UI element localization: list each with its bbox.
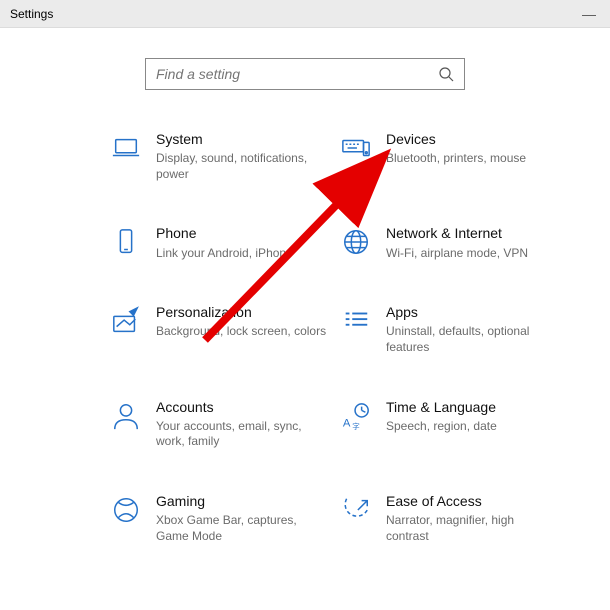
- tile-devices[interactable]: Devices Bluetooth, printers, mouse: [340, 130, 560, 182]
- tile-title: System: [156, 130, 330, 148]
- tile-text: Network & Internet Wi-Fi, airplane mode,…: [386, 224, 560, 261]
- tile-gaming[interactable]: Gaming Xbox Game Bar, captures, Game Mod…: [110, 492, 330, 544]
- tile-text: Accounts Your accounts, email, sync, wor…: [156, 398, 330, 450]
- accessibility-icon: [340, 494, 372, 526]
- tile-desc: Narrator, magnifier, high contrast: [386, 513, 560, 544]
- search-row: [0, 58, 610, 90]
- globe-icon: [340, 226, 372, 258]
- tile-apps[interactable]: Apps Uninstall, defaults, optional featu…: [340, 303, 560, 355]
- tile-network[interactable]: Network & Internet Wi-Fi, airplane mode,…: [340, 224, 560, 261]
- search-box[interactable]: [145, 58, 465, 90]
- tile-title: Gaming: [156, 492, 330, 510]
- tile-desc: Link your Android, iPhone: [156, 246, 330, 262]
- tile-desc: Your accounts, email, sync, work, family: [156, 419, 330, 450]
- xbox-icon: [110, 494, 142, 526]
- tile-title: Time & Language: [386, 398, 560, 416]
- svg-text:字: 字: [352, 421, 360, 431]
- tile-title: Personalization: [156, 303, 330, 321]
- tile-personalization[interactable]: Personalization Background, lock screen,…: [110, 303, 330, 355]
- tile-desc: Display, sound, notifications, power: [156, 151, 330, 182]
- tile-system[interactable]: System Display, sound, notifications, po…: [110, 130, 330, 182]
- minimize-button[interactable]: —: [578, 6, 600, 22]
- settings-grid: System Display, sound, notifications, po…: [0, 100, 610, 544]
- keyboard-icon: [340, 132, 372, 164]
- tile-title: Ease of Access: [386, 492, 560, 510]
- tile-text: System Display, sound, notifications, po…: [156, 130, 330, 182]
- tile-desc: Bluetooth, printers, mouse: [386, 151, 560, 167]
- tile-title: Devices: [386, 130, 560, 148]
- tile-text: Gaming Xbox Game Bar, captures, Game Mod…: [156, 492, 330, 544]
- tile-title: Phone: [156, 224, 330, 242]
- tile-phone[interactable]: Phone Link your Android, iPhone: [110, 224, 330, 261]
- tile-desc: Xbox Game Bar, captures, Game Mode: [156, 513, 330, 544]
- tile-text: Devices Bluetooth, printers, mouse: [386, 130, 560, 167]
- tile-desc: Speech, region, date: [386, 419, 560, 435]
- clock-language-icon: A 字: [340, 400, 372, 432]
- phone-icon: [110, 226, 142, 258]
- tile-desc: Wi-Fi, airplane mode, VPN: [386, 246, 560, 262]
- tile-ease-of-access[interactable]: Ease of Access Narrator, magnifier, high…: [340, 492, 560, 544]
- person-icon: [110, 400, 142, 432]
- svg-text:A: A: [343, 417, 351, 429]
- tile-desc: Background, lock screen, colors: [156, 324, 330, 340]
- laptop-icon: [110, 132, 142, 164]
- search-input[interactable]: [156, 66, 438, 82]
- tile-text: Phone Link your Android, iPhone: [156, 224, 330, 261]
- tile-text: Personalization Background, lock screen,…: [156, 303, 330, 340]
- tile-title: Network & Internet: [386, 224, 560, 242]
- window-title: Settings: [10, 7, 53, 21]
- tile-text: Time & Language Speech, region, date: [386, 398, 560, 435]
- titlebar: Settings —: [0, 0, 610, 28]
- list-icon: [340, 305, 372, 337]
- tile-desc: Uninstall, defaults, optional features: [386, 324, 560, 355]
- search-icon: [438, 66, 454, 82]
- tile-time-language[interactable]: A 字 Time & Language Speech, region, date: [340, 398, 560, 450]
- tile-title: Accounts: [156, 398, 330, 416]
- tile-title: Apps: [386, 303, 560, 321]
- tile-text: Apps Uninstall, defaults, optional featu…: [386, 303, 560, 355]
- paintbrush-icon: [110, 305, 142, 337]
- tile-text: Ease of Access Narrator, magnifier, high…: [386, 492, 560, 544]
- tile-accounts[interactable]: Accounts Your accounts, email, sync, wor…: [110, 398, 330, 450]
